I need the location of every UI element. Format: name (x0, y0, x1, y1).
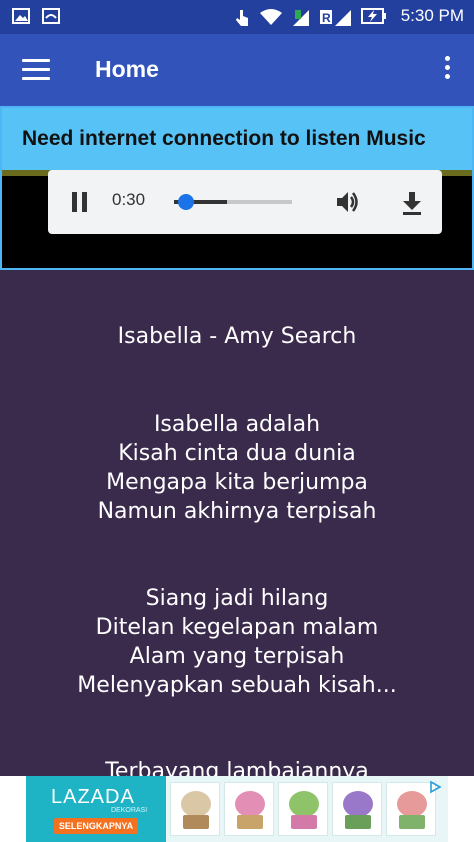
lyric-line: Ditelan kegelapan malam (95, 615, 379, 640)
adchoices-icon[interactable] (428, 779, 442, 794)
status-time: 5:30 PM (400, 6, 464, 25)
touch-icon (233, 8, 251, 26)
lyric-line: Terbayang lambaiannya (105, 759, 369, 776)
ad-bar: LAZADA DEKORASI SELENGKAPNYA (0, 776, 474, 842)
player-panel: Need internet connection to listen Music… (0, 106, 474, 270)
pause-button[interactable] (70, 192, 90, 212)
ad-product-image (278, 782, 328, 836)
signal-icon (291, 8, 311, 26)
app-bar: Home (0, 34, 474, 106)
battery-charging-icon (360, 8, 387, 24)
svg-text:R: R (322, 11, 331, 25)
ad-product-image (332, 782, 382, 836)
lyric-line: Namun akhirnya terpisah (97, 499, 377, 524)
verse-3: Terbayang lambaiannya (0, 757, 474, 776)
more-vert-icon[interactable] (442, 56, 452, 84)
page-title: Home (95, 56, 159, 82)
seek-thumb[interactable] (177, 194, 194, 210)
app-icon (42, 8, 60, 24)
lazada-ad[interactable]: LAZADA DEKORASI SELENGKAPNYA (26, 776, 448, 842)
lyric-line: Kisah cinta dua dunia (118, 441, 356, 466)
volume-icon[interactable] (334, 188, 362, 216)
download-icon[interactable] (398, 188, 426, 216)
ad-cta-button[interactable]: SELENGKAPNYA (54, 818, 138, 834)
internet-notice-banner: Need internet connection to listen Music (2, 108, 472, 170)
song-title: Isabella - Amy Search (117, 324, 357, 349)
current-time: 0:30 (112, 190, 146, 209)
lyric-line: Isabella adalah (153, 412, 321, 437)
hamburger-icon[interactable] (22, 59, 50, 81)
audio-player: 0:30 (48, 170, 442, 234)
roaming-signal-icon: R (319, 8, 353, 26)
image-icon (12, 8, 30, 24)
lazada-subbrand: DEKORASI (111, 807, 148, 814)
lyric-line: Melenyapkan sebuah kisah... (77, 673, 397, 698)
ad-product-image (224, 782, 274, 836)
status-bar: R 5:30 PM (0, 0, 474, 34)
verse-1: Isabella adalah Kisah cinta dua dunia Me… (0, 410, 474, 526)
lyrics-view: Isabella - Amy Search Isabella adalah Ki… (0, 270, 474, 776)
lyric-line: Mengapa kita berjumpa (106, 470, 368, 495)
lazada-logo: LAZADA (51, 786, 135, 808)
lyric-line: Siang jadi hilang (145, 586, 329, 611)
verse-2: Siang jadi hilang Ditelan kegelapan mala… (0, 584, 474, 700)
lyric-line: Alam yang terpisah (129, 644, 345, 669)
seek-bar[interactable] (174, 194, 292, 210)
wifi-icon (259, 8, 283, 25)
ad-product-image (170, 782, 220, 836)
ad-brand-panel: LAZADA DEKORASI SELENGKAPNYA (26, 776, 166, 842)
internet-notice-text: Need internet connection to listen Music (22, 127, 426, 150)
